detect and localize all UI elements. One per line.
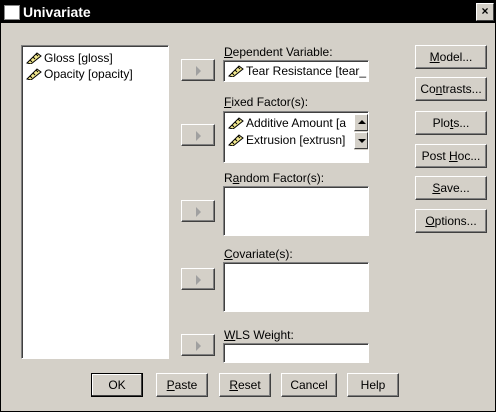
dependent-variable-label: Dependent Variable:: [224, 45, 333, 59]
move-to-fixed-factors-button[interactable]: [181, 124, 215, 146]
arrow-right-icon: [196, 131, 201, 141]
list-item[interactable]: Additive Amount [a: [228, 115, 346, 131]
ruler-icon: [26, 52, 42, 64]
model-button[interactable]: Model...: [415, 45, 487, 69]
random-factors-label: Random Factor(s):: [224, 171, 325, 185]
dependent-variable-item[interactable]: Tear Resistance [tear_: [228, 63, 366, 79]
dependent-variable-field[interactable]: Tear Resistance [tear_: [223, 60, 369, 82]
window-icon: [4, 5, 20, 20]
title-bar: Univariate ×: [1, 1, 495, 23]
ruler-icon: [228, 134, 244, 146]
ruler-icon: [228, 117, 244, 129]
post-hoc-button[interactable]: Post Hoc...: [415, 144, 487, 168]
list-item-label: Opacity [opacity]: [44, 67, 133, 81]
plots-button[interactable]: Plots...: [415, 111, 487, 135]
ruler-icon: [228, 65, 244, 77]
ok-button[interactable]: OK: [91, 373, 143, 397]
move-to-random-factors-button[interactable]: [181, 200, 215, 222]
list-item-label: Gloss [gloss]: [44, 51, 113, 65]
random-factors-list[interactable]: [223, 186, 369, 236]
variables-list[interactable]: Gloss [gloss] Opacity [opacity]: [21, 45, 169, 359]
wls-weight-field[interactable]: [223, 343, 369, 363]
scroll-up-icon: [358, 120, 366, 124]
arrow-right-icon: [196, 207, 201, 217]
help-button[interactable]: Help: [347, 373, 399, 397]
univariate-dialog: Univariate × Gloss [gloss] Opacity [opac…: [0, 0, 496, 412]
reset-button[interactable]: Reset: [219, 373, 271, 397]
arrow-right-icon: [196, 341, 201, 351]
close-button[interactable]: ×: [476, 3, 494, 21]
window-title: Univariate: [23, 4, 91, 20]
save-button[interactable]: Save...: [415, 176, 487, 200]
scroll-up-button[interactable]: [354, 114, 368, 131]
contrasts-button[interactable]: Contrasts...: [415, 77, 487, 101]
covariates-list[interactable]: [223, 262, 369, 312]
fixed-factors-scrollbar[interactable]: [354, 114, 368, 150]
list-item[interactable]: Gloss [gloss]: [26, 50, 113, 66]
paste-button[interactable]: Paste: [156, 373, 208, 397]
scroll-down-icon: [358, 139, 366, 143]
move-to-wls-weight-button[interactable]: [181, 334, 215, 356]
options-button[interactable]: Options...: [415, 209, 487, 233]
arrow-right-icon: [196, 275, 201, 285]
list-item[interactable]: Opacity [opacity]: [26, 66, 133, 82]
list-item[interactable]: Extrusion [extrusn]: [228, 132, 345, 148]
ruler-icon: [26, 68, 42, 80]
scroll-down-button[interactable]: [354, 132, 368, 149]
move-to-dependent-button[interactable]: [181, 59, 215, 81]
arrow-right-icon: [196, 66, 201, 76]
wls-weight-label: WLS Weight:: [224, 328, 294, 342]
move-to-covariates-button[interactable]: [181, 268, 215, 290]
fixed-factors-list[interactable]: Additive Amount [a Extrusion [extrusn]: [223, 111, 369, 163]
covariates-label: Covariate(s):: [224, 247, 293, 261]
fixed-factors-label: Fixed Factor(s):: [224, 95, 309, 109]
cancel-button[interactable]: Cancel: [281, 373, 337, 397]
